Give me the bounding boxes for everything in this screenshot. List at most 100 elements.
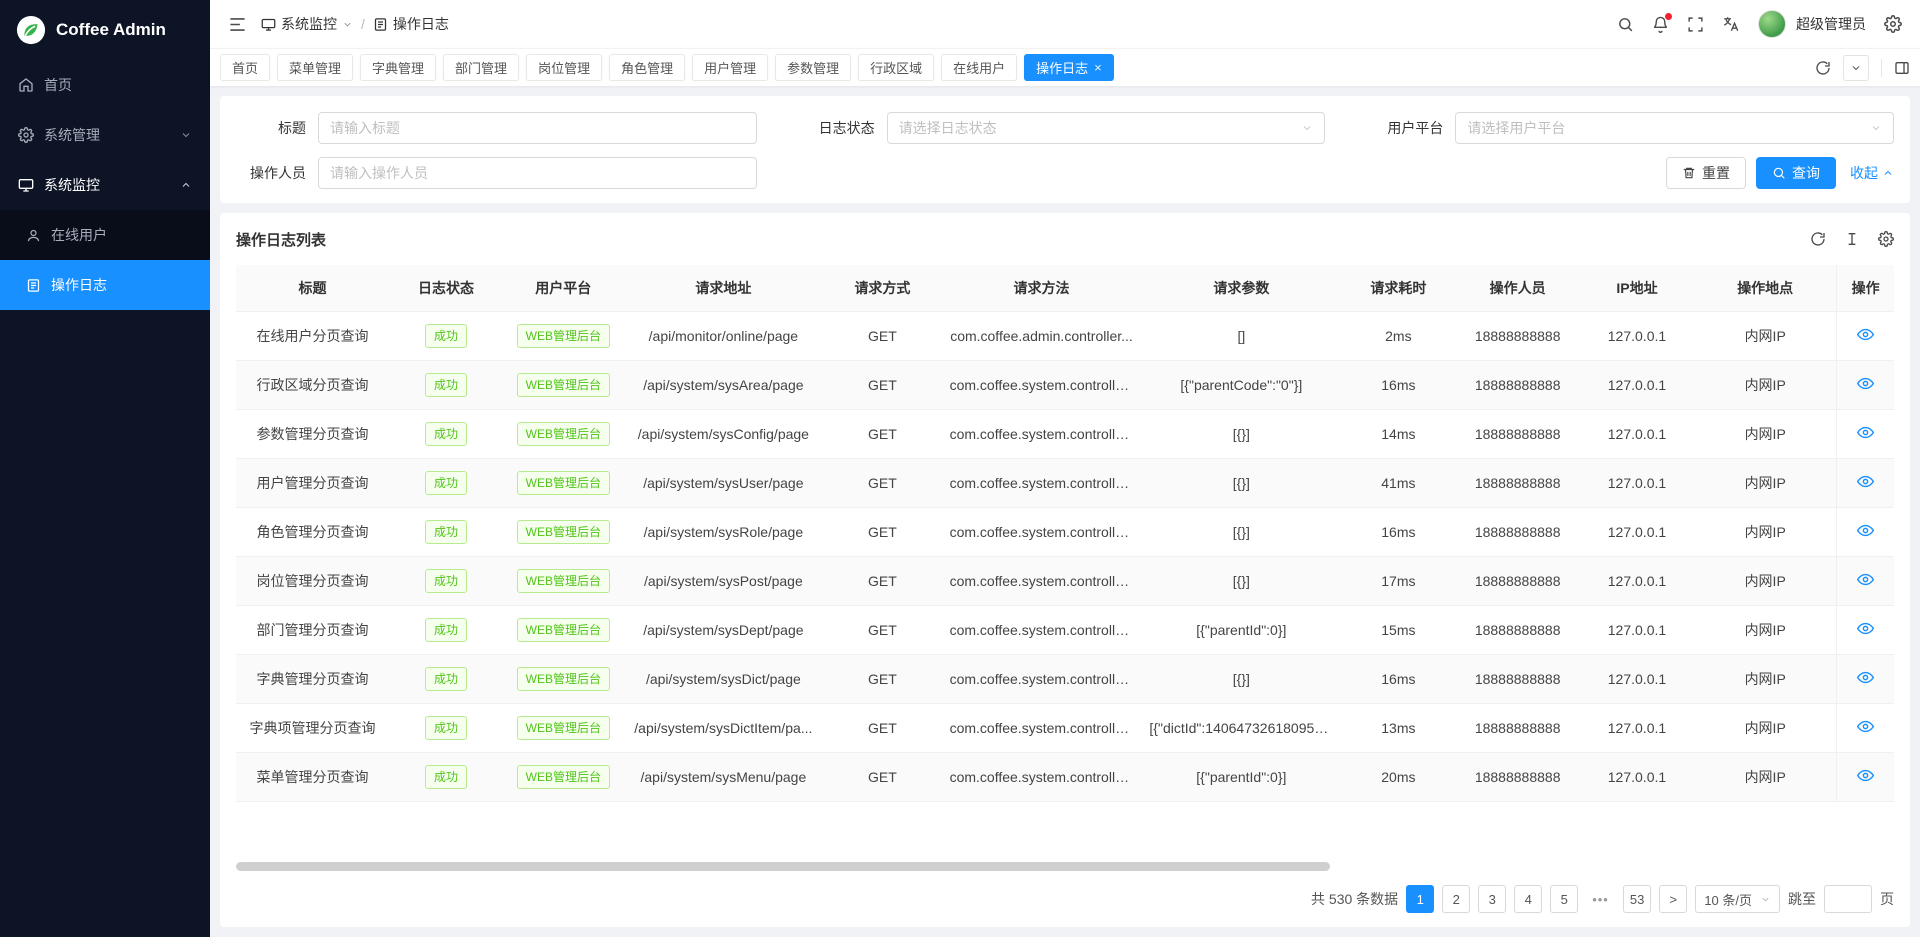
cell-location: 内网IP xyxy=(1694,556,1837,605)
avatar[interactable] xyxy=(1758,10,1786,38)
tab-label: 角色管理 xyxy=(621,58,673,77)
cell-time: 15ms xyxy=(1341,605,1455,654)
refresh-icon[interactable] xyxy=(1810,231,1826,247)
column-header-0: 标题 xyxy=(236,265,389,311)
page-button-4[interactable]: 4 xyxy=(1514,885,1542,913)
next-page-button[interactable]: > xyxy=(1659,885,1687,913)
page-button-2[interactable]: 2 xyxy=(1442,885,1470,913)
cell-location: 内网IP xyxy=(1694,703,1837,752)
view-detail-icon[interactable] xyxy=(1857,669,1874,686)
table-row: 字典项管理分页查询成功WEB管理后台/api/system/sysDictIte… xyxy=(236,703,1894,752)
pagination-total: 共 530 条数据 xyxy=(1311,889,1398,909)
cell-status: 成功 xyxy=(389,458,503,507)
table-header-row: 标题日志状态用户平台请求地址请求方式请求方法请求参数请求耗时操作人员IP地址操作… xyxy=(236,265,1894,311)
page-button-53[interactable]: 53 xyxy=(1623,885,1651,913)
sidebar-item-operation-log[interactable]: 操作日志 xyxy=(0,260,210,310)
breadcrumb-parent-label: 系统监控 xyxy=(281,14,337,34)
tab-菜单管理[interactable]: 菜单管理 xyxy=(277,54,353,81)
view-detail-icon[interactable] xyxy=(1857,326,1874,343)
cell-location: 内网IP xyxy=(1694,360,1837,409)
sidebar-item-system-management[interactable]: 系统管理 xyxy=(0,110,210,160)
tab-部门管理[interactable]: 部门管理 xyxy=(443,54,519,81)
breadcrumb-separator: / xyxy=(361,16,365,32)
tab-岗位管理[interactable]: 岗位管理 xyxy=(526,54,602,81)
platform-badge: WEB管理后台 xyxy=(517,471,610,495)
scrollbar-thumb[interactable] xyxy=(236,862,1330,871)
settings-gear-icon[interactable] xyxy=(1884,15,1902,33)
log-status-select[interactable]: 请选择日志状态 xyxy=(887,112,1326,144)
tab-close-icon[interactable]: × xyxy=(1094,61,1102,74)
cell-title: 行政区域分页查询 xyxy=(236,360,389,409)
operator-input[interactable] xyxy=(318,157,757,189)
page-ellipsis[interactable]: ••• xyxy=(1586,885,1615,913)
column-settings-gear-icon[interactable] xyxy=(1878,231,1894,247)
sidebar-item-system-monitor[interactable]: 系统监控 xyxy=(0,160,210,210)
query-label: 查询 xyxy=(1792,163,1820,183)
tab-角色管理[interactable]: 角色管理 xyxy=(609,54,685,81)
table-row: 字典管理分页查询成功WEB管理后台/api/system/sysDict/pag… xyxy=(236,654,1894,703)
sidebar-item-home[interactable]: 首页 xyxy=(0,60,210,110)
translate-icon[interactable] xyxy=(1722,15,1740,33)
gear-icon xyxy=(18,127,34,143)
tab-dropdown-button[interactable] xyxy=(1843,55,1869,81)
page-button-5[interactable]: 5 xyxy=(1550,885,1578,913)
jump-suffix-label: 页 xyxy=(1880,889,1894,909)
reset-button[interactable]: 重置 xyxy=(1666,157,1746,189)
tab-字典管理[interactable]: 字典管理 xyxy=(360,54,436,81)
page-button-3[interactable]: 3 xyxy=(1478,885,1506,913)
cell-params: [{"parentId":0}] xyxy=(1141,605,1341,654)
search-icon[interactable] xyxy=(1617,16,1634,33)
tab-label: 菜单管理 xyxy=(289,58,341,77)
cell-url: /api/monitor/online/page xyxy=(623,311,823,360)
trash-icon xyxy=(1682,166,1696,180)
view-detail-icon[interactable] xyxy=(1857,473,1874,490)
page-size-select[interactable]: 10 条/页 xyxy=(1695,885,1780,913)
column-header-6: 请求参数 xyxy=(1141,265,1341,311)
layout-panel-icon[interactable] xyxy=(1894,60,1910,76)
tab-label: 部门管理 xyxy=(455,58,507,77)
tab-用户管理[interactable]: 用户管理 xyxy=(692,54,768,81)
cell-method: GET xyxy=(823,311,941,360)
tabbar: 首页菜单管理字典管理部门管理 岗位管理 角色管理用户管理参数管理行政区域在线用户操作… xyxy=(210,48,1920,86)
fullscreen-icon[interactable] xyxy=(1687,16,1704,33)
platform-badge: WEB管理后台 xyxy=(517,324,610,348)
page-button-1[interactable]: 1 xyxy=(1406,885,1434,913)
tab-首页[interactable]: 首页 xyxy=(220,54,270,81)
title-input[interactable] xyxy=(318,112,757,144)
reset-label: 重置 xyxy=(1702,163,1730,183)
view-detail-icon[interactable] xyxy=(1857,767,1874,784)
breadcrumb-parent[interactable]: 系统监控 xyxy=(261,14,353,34)
horizontal-scrollbar[interactable] xyxy=(236,862,1894,871)
cell-platform: WEB管理后台 xyxy=(503,752,623,801)
user-platform-select[interactable]: 请选择用户平台 xyxy=(1455,112,1894,144)
menu-collapse-icon[interactable] xyxy=(228,15,247,34)
notification-bell-icon[interactable] xyxy=(1652,16,1669,33)
sidebar-item-online-users[interactable]: 在线用户 xyxy=(0,210,210,260)
cell-method: GET xyxy=(823,556,941,605)
view-detail-icon[interactable] xyxy=(1857,424,1874,441)
cell-title: 字典项管理分页查询 xyxy=(236,703,389,752)
view-detail-icon[interactable] xyxy=(1857,620,1874,637)
view-detail-icon[interactable] xyxy=(1857,375,1874,392)
tab-操作日志[interactable]: 操作日志× xyxy=(1024,54,1114,81)
query-button[interactable]: 查询 xyxy=(1756,157,1836,189)
tab-label: 岗位管理 xyxy=(538,58,590,77)
refresh-icon[interactable] xyxy=(1815,60,1831,76)
chevron-down-icon xyxy=(1301,122,1313,134)
tab-行政区域[interactable]: 行政区域 xyxy=(858,54,934,81)
tab-参数管理[interactable]: 参数管理 xyxy=(775,54,851,81)
collapse-toggle[interactable]: 收起 xyxy=(1850,163,1894,183)
cell-method: GET xyxy=(823,360,941,409)
cell-title: 在线用户分页查询 xyxy=(236,311,389,360)
chevron-up-icon xyxy=(180,179,192,191)
tab-在线用户[interactable]: 在线用户 xyxy=(941,54,1017,81)
cell-url: /api/system/sysArea/page xyxy=(623,360,823,409)
view-detail-icon[interactable] xyxy=(1857,718,1874,735)
cell-operator: 18888888888 xyxy=(1455,360,1579,409)
density-icon[interactable] xyxy=(1844,231,1860,247)
view-detail-icon[interactable] xyxy=(1857,522,1874,539)
view-detail-icon[interactable] xyxy=(1857,571,1874,588)
logo-icon xyxy=(16,15,46,45)
jump-page-input[interactable] xyxy=(1824,885,1872,913)
sidebar-item-label: 在线用户 xyxy=(51,225,107,245)
